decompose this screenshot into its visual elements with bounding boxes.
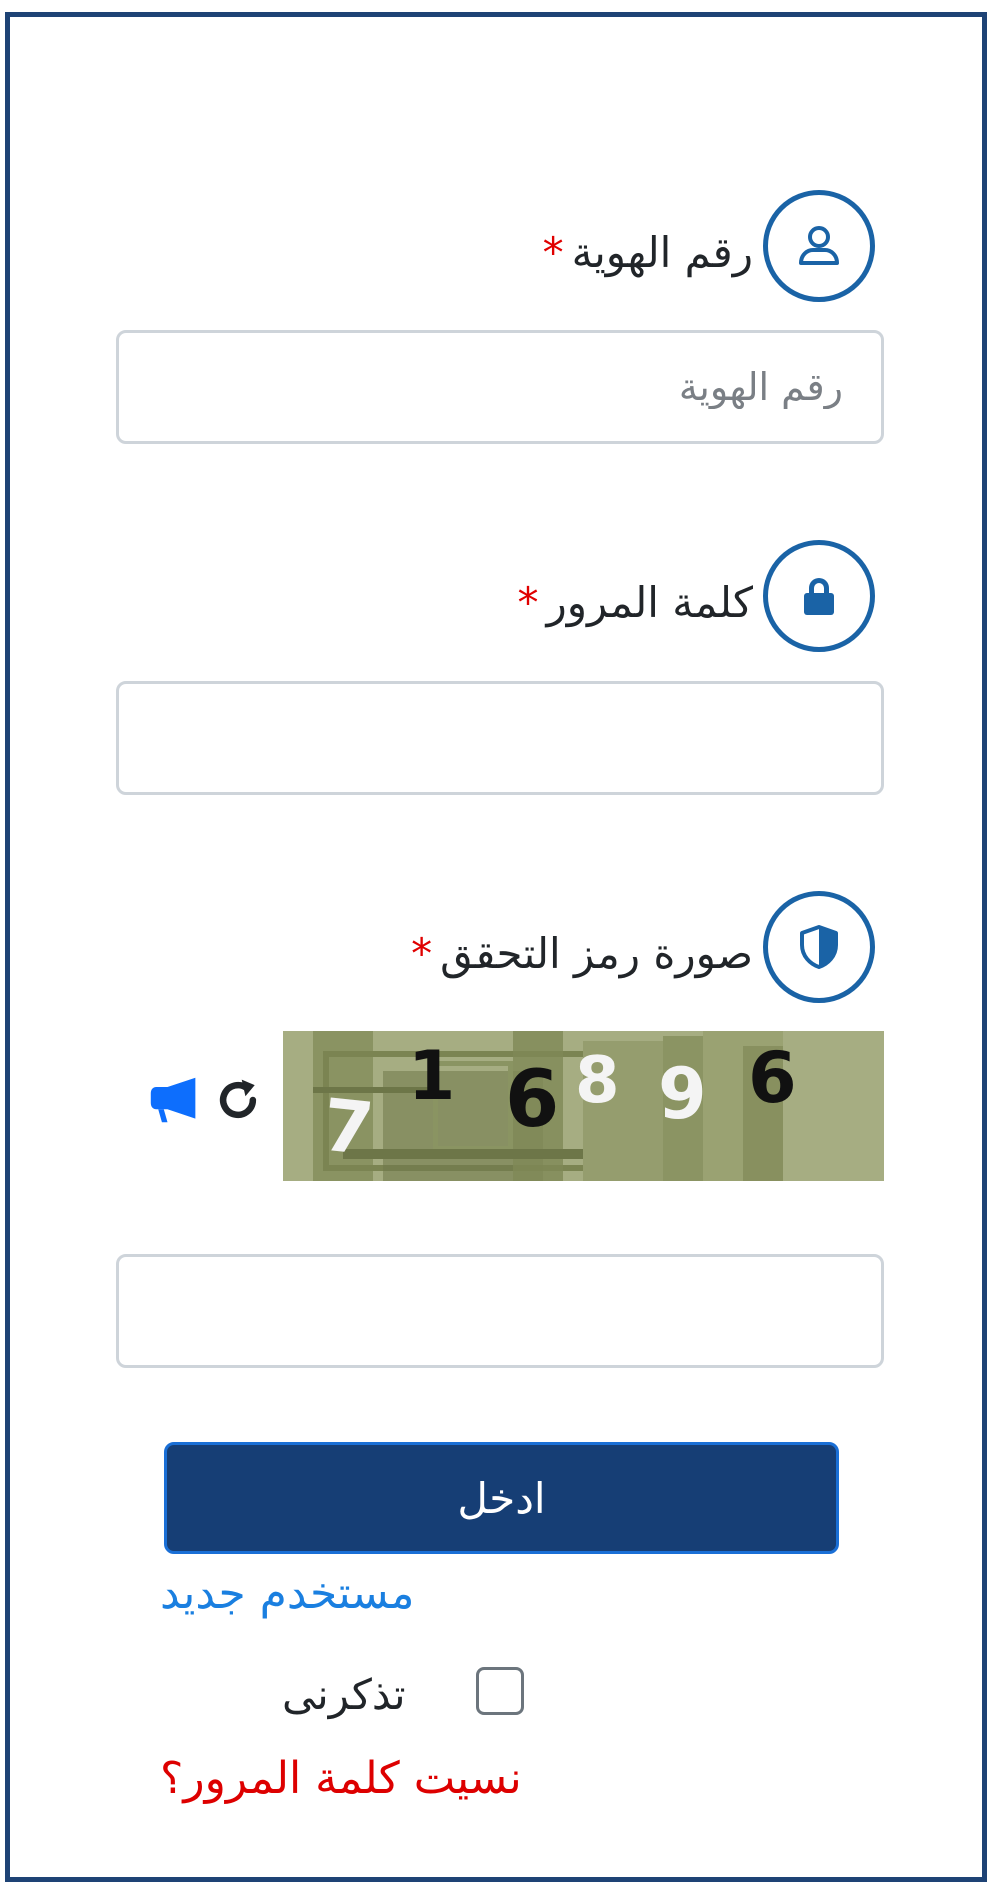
captcha-digit: 8	[575, 1044, 620, 1118]
required-mark: *	[517, 578, 539, 627]
login-button[interactable]: ادخل	[164, 1442, 839, 1554]
captcha-label: صورة رمز التحقق*	[411, 933, 753, 975]
captcha-digit: 6	[748, 1037, 797, 1119]
id-label: رقم الهوية*	[543, 232, 753, 274]
captcha-digit: 7	[318, 1082, 378, 1172]
captcha-label-text: صورة رمز التحقق	[440, 929, 753, 978]
required-mark: *	[411, 929, 433, 978]
id-label-text: رقم الهوية	[571, 228, 753, 277]
shield-icon	[763, 891, 875, 1003]
new-user-link[interactable]: مستخدم جديد	[160, 1568, 414, 1619]
captcha-image: 7 1 6 8 9 6	[283, 1031, 884, 1181]
login-button-label: ادخل	[457, 1473, 546, 1523]
password-label-text: كلمة المرور	[546, 578, 753, 627]
password-input[interactable]	[116, 681, 884, 795]
user-icon	[763, 190, 875, 302]
captcha-input[interactable]	[116, 1254, 884, 1368]
megaphone-icon[interactable]	[145, 1072, 203, 1128]
lock-icon	[763, 540, 875, 652]
remember-me-checkbox[interactable]	[476, 1667, 524, 1715]
id-input[interactable]	[116, 330, 884, 444]
captcha-digit: 6	[505, 1055, 560, 1145]
refresh-icon[interactable]	[210, 1072, 266, 1128]
password-label: كلمة المرور*	[517, 582, 753, 624]
forgot-password-link[interactable]: نسيت كلمة المرور؟	[160, 1753, 522, 1804]
remember-me-label: تذكرنى	[282, 1670, 406, 1719]
captcha-digit: 9	[658, 1053, 707, 1135]
required-mark: *	[542, 228, 564, 277]
captcha-digit: 1	[408, 1037, 456, 1116]
